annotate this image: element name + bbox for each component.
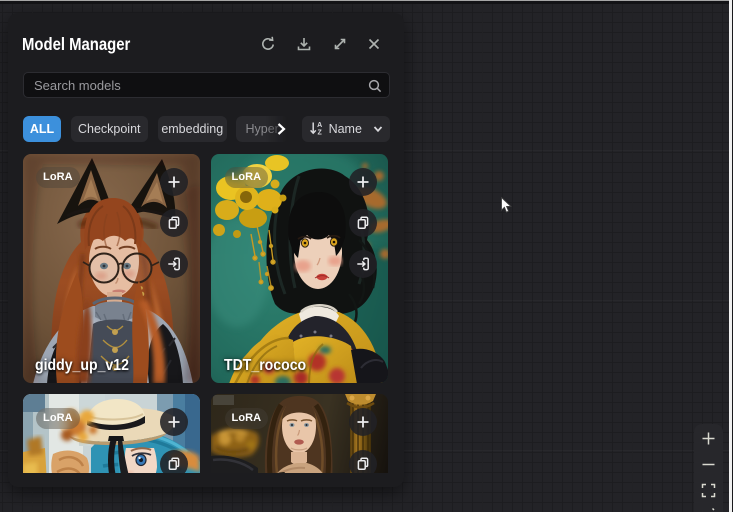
svg-text:Z: Z: [317, 129, 322, 136]
svg-text:A: A: [317, 122, 322, 129]
